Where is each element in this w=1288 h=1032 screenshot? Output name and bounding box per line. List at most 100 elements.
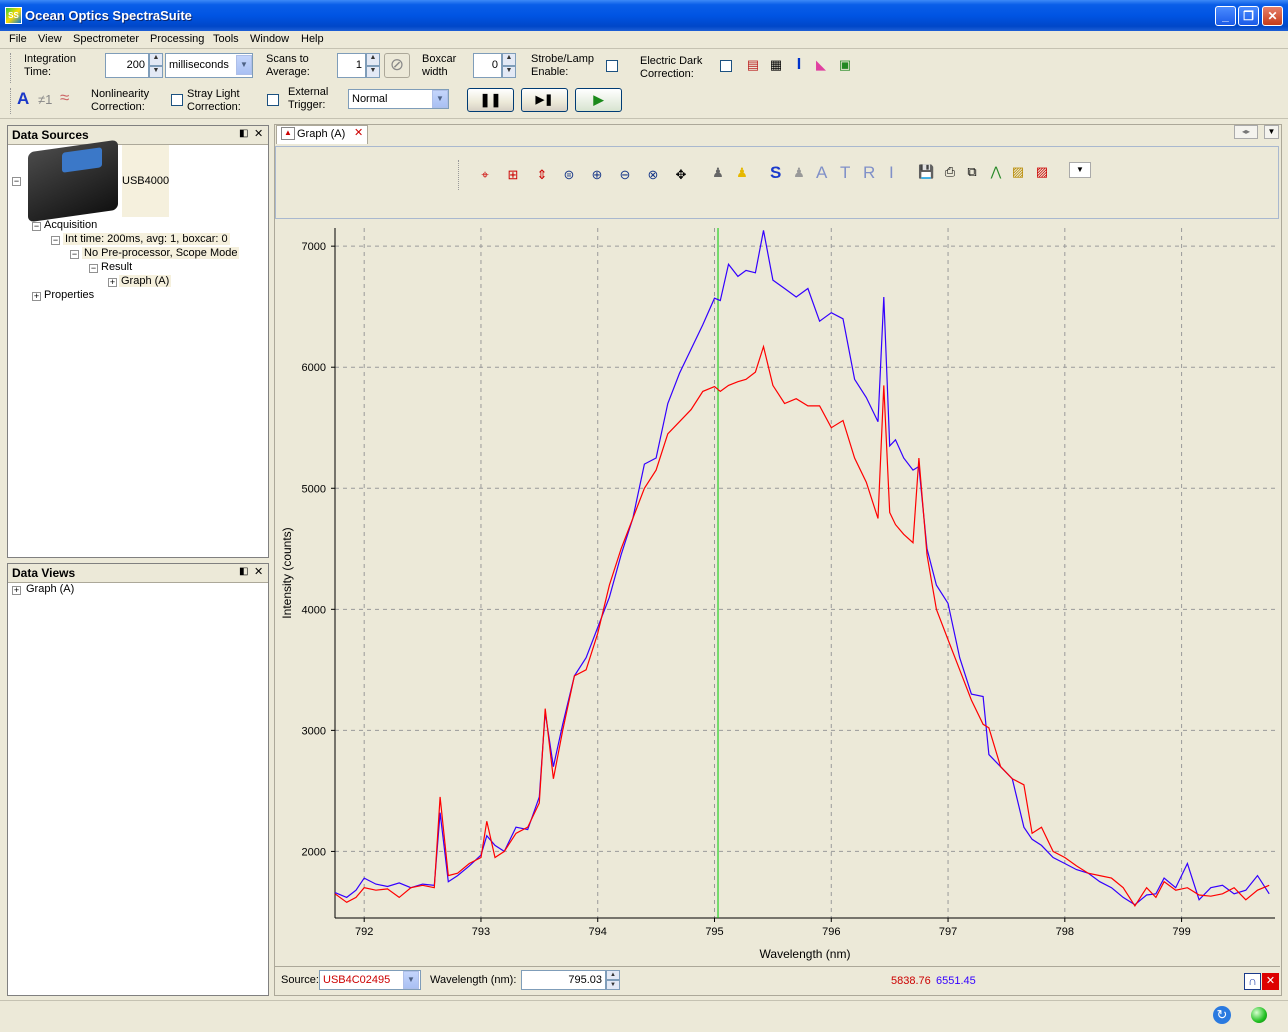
boxcar-down[interactable]: ▼ <box>502 66 516 78</box>
tree-collapse-icon[interactable]: − <box>32 222 41 231</box>
approx-wave-icon[interactable]: ≈ <box>60 88 69 108</box>
bulb-off-icon[interactable]: ♟ <box>710 165 726 181</box>
chevron-down-icon[interactable]: ▼ <box>236 55 252 75</box>
zoom-box-icon[interactable]: ⊞ <box>505 167 521 183</box>
tree-item-graph[interactable]: Graph (A) <box>119 275 172 287</box>
tree-item-int-time[interactable]: Int time: 200ms, avg: 1, boxcar: 0 <box>63 233 230 245</box>
spectrum-chart[interactable]: 792 793 794 795 796 797 798 799 2000 3000 4000 5000… <box>275 220 1281 965</box>
step-button[interactable]: ▶❚ <box>521 88 568 112</box>
crosshair-icon[interactable]: ⌖ <box>477 167 493 183</box>
tree-item-acquisition[interactable]: Acquisition <box>44 219 97 231</box>
device-name[interactable]: USB4000 <box>122 175 169 187</box>
zoom-in-icon[interactable]: ⊕ <box>589 167 605 183</box>
panel-minimize-icon[interactable]: ◧ <box>239 128 248 139</box>
tree-collapse-icon[interactable]: − <box>89 264 98 273</box>
strobe-lamp-checkbox[interactable] <box>606 60 618 72</box>
tab-scroll-icon[interactable]: ◂▸ <box>1234 125 1258 139</box>
irradiance-i-icon[interactable]: I <box>889 163 894 183</box>
delete-overlay-icon[interactable]: ▨ <box>1034 164 1050 180</box>
boxcar-input[interactable]: 0 <box>473 53 502 78</box>
stray-light-checkbox[interactable] <box>267 94 279 106</box>
y-axis-label: Intensity (counts) <box>280 527 294 618</box>
graph-toolbar-chevron-down-icon[interactable]: ▼ <box>1069 162 1091 178</box>
menu-view[interactable]: View <box>38 33 62 45</box>
export-image-icon[interactable]: ▨ <box>1010 164 1026 180</box>
close-button[interactable]: ✕ <box>1262 6 1283 26</box>
spectrum-overlay-icon[interactable]: ⋀ <box>988 164 1004 180</box>
integration-time-down[interactable]: ▼ <box>149 66 163 78</box>
tree-collapse-icon[interactable]: − <box>51 236 60 245</box>
tree-collapse-icon[interactable]: − <box>12 177 21 186</box>
dark-bulb-icon[interactable]: ♟ <box>791 165 807 181</box>
scans-to-average-input[interactable]: 1 <box>337 53 366 78</box>
tree-collapse-icon[interactable]: − <box>70 250 79 259</box>
tab-graph-a-label: Graph (A) <box>297 128 346 140</box>
menu-tools[interactable]: Tools <box>213 33 239 45</box>
bulb-on-icon[interactable]: ♟ <box>734 165 750 181</box>
scope-mode-s-icon[interactable]: S <box>770 163 781 183</box>
transmission-t-icon[interactable]: T <box>840 163 850 183</box>
not-equal-one-icon[interactable]: ≠1 <box>38 92 52 107</box>
menu-processing[interactable]: Processing <box>150 33 204 45</box>
tree-expand-icon[interactable]: + <box>108 278 117 287</box>
menu-spectrometer[interactable]: Spectrometer <box>73 33 139 45</box>
tree-expand-icon[interactable]: + <box>12 586 21 595</box>
reflection-r-icon[interactable]: R <box>863 163 875 183</box>
spectrum-image-icon[interactable]: ▣ <box>837 57 853 73</box>
clear-icon[interactable]: ✕ <box>1262 973 1279 990</box>
refresh-icon[interactable]: ↻ <box>1213 1006 1231 1024</box>
maximize-button[interactable]: ❐ <box>1238 6 1259 26</box>
graph-tab-icon: ▲ <box>281 127 295 140</box>
chevron-down-icon[interactable]: ▼ <box>432 90 448 108</box>
zoom-vertical-icon[interactable]: ⇕ <box>534 167 550 183</box>
text-a-icon[interactable]: A <box>17 89 29 109</box>
pan-icon[interactable]: ✥ <box>673 167 689 183</box>
scans-down[interactable]: ▼ <box>366 66 380 78</box>
play-icon: ▶ <box>593 92 604 107</box>
zoom-fit-icon[interactable]: ⊜ <box>561 167 577 183</box>
zoom-out-icon[interactable]: ⊖ <box>617 167 633 183</box>
x-tick-label: 798 <box>1056 926 1074 938</box>
integration-time-input[interactable]: 200 <box>105 53 149 78</box>
absorbance-a-icon[interactable]: A <box>816 163 827 183</box>
graph-toolbar-grip <box>458 160 459 190</box>
no-symbol-icon[interactable]: ⊘ <box>384 53 410 78</box>
data-sources-header: Data Sources <box>8 126 268 145</box>
print-icon[interactable]: ⎙ <box>942 164 958 180</box>
panel-minimize-icon[interactable]: ◧ <box>239 566 248 577</box>
menu-help[interactable]: Help <box>301 33 324 45</box>
wavelength-down[interactable]: ▼ <box>606 980 620 990</box>
strobe-lamp-label: Strobe/Lamp Enable: <box>531 53 594 78</box>
minimize-button[interactable]: _ <box>1215 6 1236 26</box>
panel-close-icon[interactable]: ✕ <box>254 565 263 578</box>
data-view-graph[interactable]: Graph (A) <box>26 583 74 595</box>
zoom-reset-icon[interactable]: ⊗ <box>645 167 661 183</box>
tree-expand-icon[interactable]: + <box>32 292 41 301</box>
graph-icon[interactable]: ▤ <box>745 57 761 73</box>
peak-icon[interactable]: ∩ <box>1244 973 1261 990</box>
integration-time-up[interactable]: ▲ <box>149 53 163 66</box>
wavelength-up[interactable]: ▲ <box>606 970 620 980</box>
menu-file[interactable]: File <box>9 33 27 45</box>
pause-button[interactable]: ❚❚ <box>467 88 514 112</box>
boxcar-up[interactable]: ▲ <box>502 53 516 66</box>
panel-close-icon[interactable]: ✕ <box>254 127 263 140</box>
color-triangle-icon[interactable]: ◣ <box>813 57 829 73</box>
save-icon[interactable]: 💾 <box>918 164 934 180</box>
chevron-down-icon[interactable]: ▼ <box>403 971 419 989</box>
tab-close-icon[interactable]: ✕ <box>354 126 363 139</box>
tree-item-pre-processor[interactable]: No Pre-processor, Scope Mode <box>82 247 240 259</box>
tree-item-properties[interactable]: Properties <box>44 289 94 301</box>
scans-up[interactable]: ▲ <box>366 53 380 66</box>
bottom-divider <box>0 1000 1288 1001</box>
electric-dark-checkbox[interactable] <box>720 60 732 72</box>
play-button[interactable]: ▶ <box>575 88 622 112</box>
copy-icon[interactable]: ⧉ <box>964 164 980 180</box>
table-icon[interactable]: ▦ <box>768 57 784 73</box>
chevron-down-icon[interactable]: ▼ <box>1264 125 1279 139</box>
nonlinearity-checkbox[interactable] <box>171 94 183 106</box>
tree-item-result[interactable]: Result <box>101 261 132 273</box>
wavelength-input[interactable]: 795.03 <box>521 970 606 990</box>
menu-window[interactable]: Window <box>250 33 289 45</box>
text-cursor-icon[interactable]: I <box>791 57 807 73</box>
